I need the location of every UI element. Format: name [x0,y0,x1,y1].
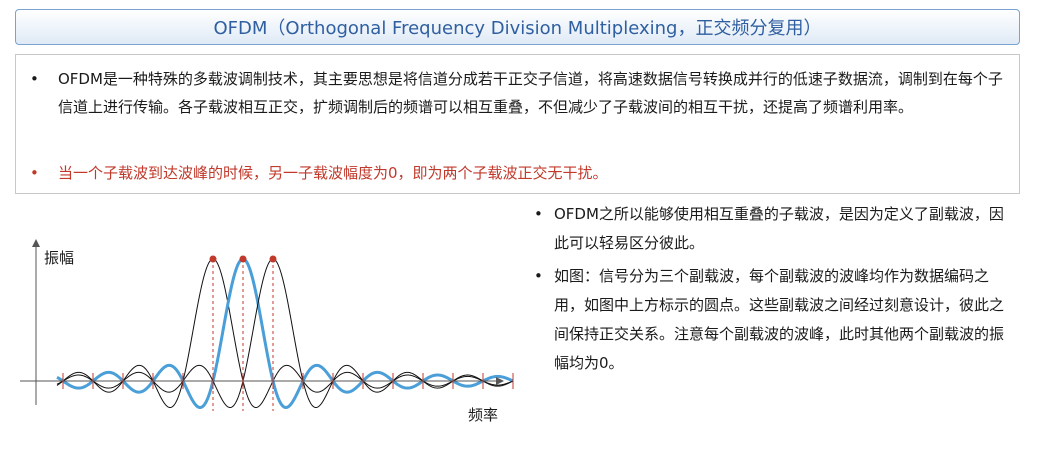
bullet-dot: • [534,267,543,285]
peak-marker-2 [239,255,247,263]
x-axis-label: 频率 [468,406,498,424]
explanation-text: 如图：信号分为三个副载波，每个副载波的波峰均作为数据编码之用，如图中上方标示的圆… [554,267,1005,372]
bullet-dot: • [534,205,543,223]
peak-marker-1 [209,255,217,263]
peak-markers [209,255,277,263]
explanation-bullet-1: • OFDM之所以能够使用相互重叠的子载波，是因为定义了副载波，因此可以轻易区分… [534,200,1009,258]
subcarrier-diagram: 振幅 频率 [20,239,514,424]
explanation-bullet-2: • 如图：信号分为三个副载波，每个副载波的波峰均作为数据编码之用，如图中上方标示… [534,262,1009,378]
y-axis-label: 振幅 [44,249,74,267]
explanation-list: • OFDM之所以能够使用相互重叠的子载波，是因为定义了副载波，因此可以轻易区分… [534,200,1009,382]
explanation-text: OFDM之所以能够使用相互重叠的子载波，是因为定义了副载波，因此可以轻易区分彼此… [554,205,1004,252]
subcarrier-curves [56,257,514,409]
peak-marker-3 [269,255,277,263]
